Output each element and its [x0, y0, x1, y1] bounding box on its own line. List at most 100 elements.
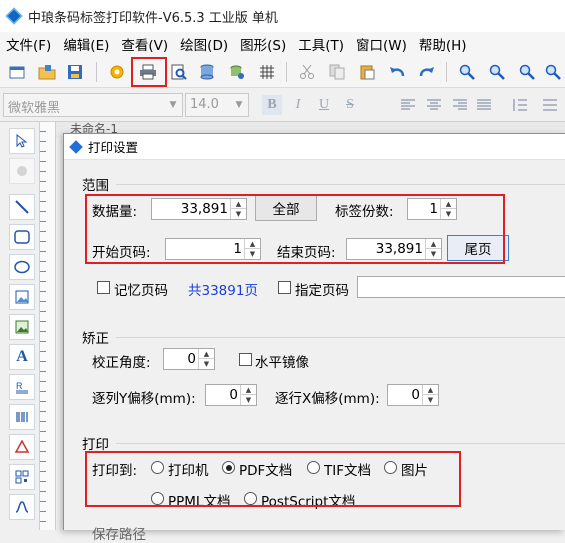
print-icon[interactable] — [137, 61, 159, 83]
print-section-label: 打印 — [82, 437, 109, 453]
barcode-tool-icon[interactable] — [9, 404, 35, 430]
spin-down-icon[interactable]: ▼ — [441, 209, 456, 219]
option-image-label: 图片 — [401, 463, 428, 479]
spin-up-icon[interactable]: ▲ — [245, 239, 260, 249]
spin-up-icon[interactable]: ▲ — [199, 349, 214, 359]
end-page-spinner[interactable]: 33,891 ▲ ▼ — [346, 238, 442, 260]
angle-spinner[interactable]: 0 ▲ ▼ — [163, 348, 215, 370]
strikethrough-button[interactable]: S — [340, 95, 360, 115]
align-center-icon[interactable] — [424, 95, 444, 115]
image-tool-icon[interactable] — [9, 284, 35, 310]
mirror-label: 水平镜像 — [255, 355, 309, 371]
rich-text-tool-icon[interactable]: R — [9, 374, 35, 400]
radio-image[interactable] — [384, 461, 397, 474]
spin-up-icon[interactable]: ▲ — [241, 385, 256, 395]
open-folder-icon[interactable] — [36, 61, 58, 83]
grid-icon[interactable] — [256, 61, 278, 83]
all-button[interactable]: 全部 — [255, 195, 317, 221]
menu-view[interactable]: 查看(V) — [115, 34, 174, 54]
font-family-combo[interactable]: 微软雅黑 ▼ — [3, 93, 183, 117]
spin-down-icon[interactable]: ▼ — [245, 249, 260, 259]
specify-page-checkbox[interactable] — [278, 281, 291, 294]
radio-ppml[interactable] — [151, 492, 164, 505]
chevron-down-icon: ▼ — [235, 100, 243, 110]
menu-shape[interactable]: 图形(S) — [234, 34, 292, 54]
last-page-button[interactable]: 尾页 — [447, 235, 509, 261]
x-offset-spinner[interactable]: 0 ▲ ▼ — [387, 384, 439, 406]
tools-panel: A R — [0, 122, 40, 530]
data-count-label: 数据量: — [92, 204, 138, 220]
new-document-icon[interactable] — [6, 61, 28, 83]
spin-up-icon[interactable]: ▲ — [426, 239, 441, 249]
radio-tif[interactable] — [307, 461, 320, 474]
copies-label: 标签份数: — [335, 204, 394, 220]
menu-edit[interactable]: 编辑(E) — [57, 34, 115, 54]
zoom-fit-icon[interactable] — [516, 61, 538, 83]
database-connect-icon[interactable] — [226, 61, 248, 83]
copies-spinner[interactable]: 1 ▲ ▼ — [407, 198, 457, 220]
menu-window[interactable]: 窗口(W) — [350, 34, 413, 54]
zoom-in-icon[interactable] — [456, 61, 478, 83]
paste-icon[interactable] — [356, 61, 378, 83]
save-icon[interactable] — [64, 61, 86, 83]
shape-tool-icon[interactable] — [9, 434, 35, 460]
copy-icon[interactable] — [326, 61, 348, 83]
menu-file[interactable]: 文件(F) — [0, 34, 57, 54]
zoom-actual-icon[interactable] — [542, 61, 564, 83]
cut-icon[interactable] — [296, 61, 318, 83]
end-page-label: 结束页码: — [277, 245, 336, 261]
rounded-rect-tool-icon[interactable] — [9, 224, 35, 250]
y-offset-spinner[interactable]: 0 ▲ ▼ — [205, 384, 257, 406]
spin-down-icon[interactable]: ▼ — [241, 395, 256, 405]
remember-page-checkbox[interactable] — [97, 281, 110, 294]
redo-icon[interactable] — [416, 61, 438, 83]
align-right-icon[interactable] — [450, 95, 470, 115]
data-count-spinner[interactable]: 33,891 ▲ ▼ — [151, 198, 247, 220]
spin-down-icon[interactable]: ▼ — [423, 395, 438, 405]
ellipse-tool-icon[interactable] — [9, 254, 35, 280]
italic-button[interactable]: I — [288, 95, 308, 115]
spin-up-icon[interactable]: ▲ — [441, 199, 456, 209]
char-spacing-icon[interactable] — [540, 95, 560, 115]
settings-gear-icon[interactable] — [106, 61, 128, 83]
save-path-label: 保存路径 — [92, 527, 146, 543]
print-settings-dialog: 打印设置 范围 数据量: 33,891 ▲ ▼ 全部 标签份数: 1 ▲ ▼ 开始页… — [63, 133, 565, 543]
spin-down-icon[interactable]: ▼ — [426, 249, 441, 259]
curve-tool-icon[interactable] — [9, 494, 35, 520]
option-ppml-label: PPML文档 — [168, 494, 231, 510]
spin-down-icon[interactable]: ▼ — [199, 359, 214, 369]
toolbar-separator — [96, 62, 97, 82]
spin-up-icon[interactable]: ▲ — [423, 385, 438, 395]
start-page-spinner[interactable]: 1 ▲ ▼ — [165, 238, 261, 260]
database-icon[interactable] — [196, 61, 218, 83]
radio-postscript[interactable] — [244, 492, 257, 505]
align-justify-icon[interactable] — [474, 95, 494, 115]
print-preview-icon[interactable] — [168, 61, 190, 83]
menu-help[interactable]: 帮助(H) — [413, 34, 473, 54]
radio-printer[interactable] — [151, 461, 164, 474]
text-tool-icon[interactable]: A — [9, 344, 35, 370]
pan-hand-icon[interactable] — [9, 158, 35, 184]
undo-icon[interactable] — [386, 61, 408, 83]
line-tool-icon[interactable] — [9, 194, 35, 220]
menu-draw[interactable]: 绘图(D) — [174, 34, 234, 54]
align-left-icon[interactable] — [398, 95, 418, 115]
svg-text:R: R — [16, 381, 23, 391]
bold-button[interactable]: B — [262, 95, 282, 115]
picture-tool-icon[interactable] — [9, 314, 35, 340]
font-size-combo[interactable]: 14.0 ▼ — [185, 93, 249, 117]
section-divider — [116, 184, 565, 185]
option-pdf-label: PDF文档 — [239, 463, 293, 479]
spin-up-icon[interactable]: ▲ — [231, 199, 246, 209]
specify-page-input[interactable] — [357, 276, 565, 298]
menu-tools[interactable]: 工具(T) — [292, 34, 350, 54]
mirror-checkbox[interactable] — [239, 353, 252, 366]
select-pointer-icon[interactable] — [9, 128, 35, 154]
radio-pdf[interactable] — [222, 461, 235, 474]
qrcode-tool-icon[interactable] — [9, 464, 35, 490]
dialog-title-bar: 打印设置 — [64, 134, 565, 160]
spin-down-icon[interactable]: ▼ — [231, 209, 246, 219]
zoom-out-icon[interactable] — [486, 61, 508, 83]
underline-button[interactable]: U — [314, 95, 334, 115]
line-spacing-icon[interactable] — [510, 95, 530, 115]
